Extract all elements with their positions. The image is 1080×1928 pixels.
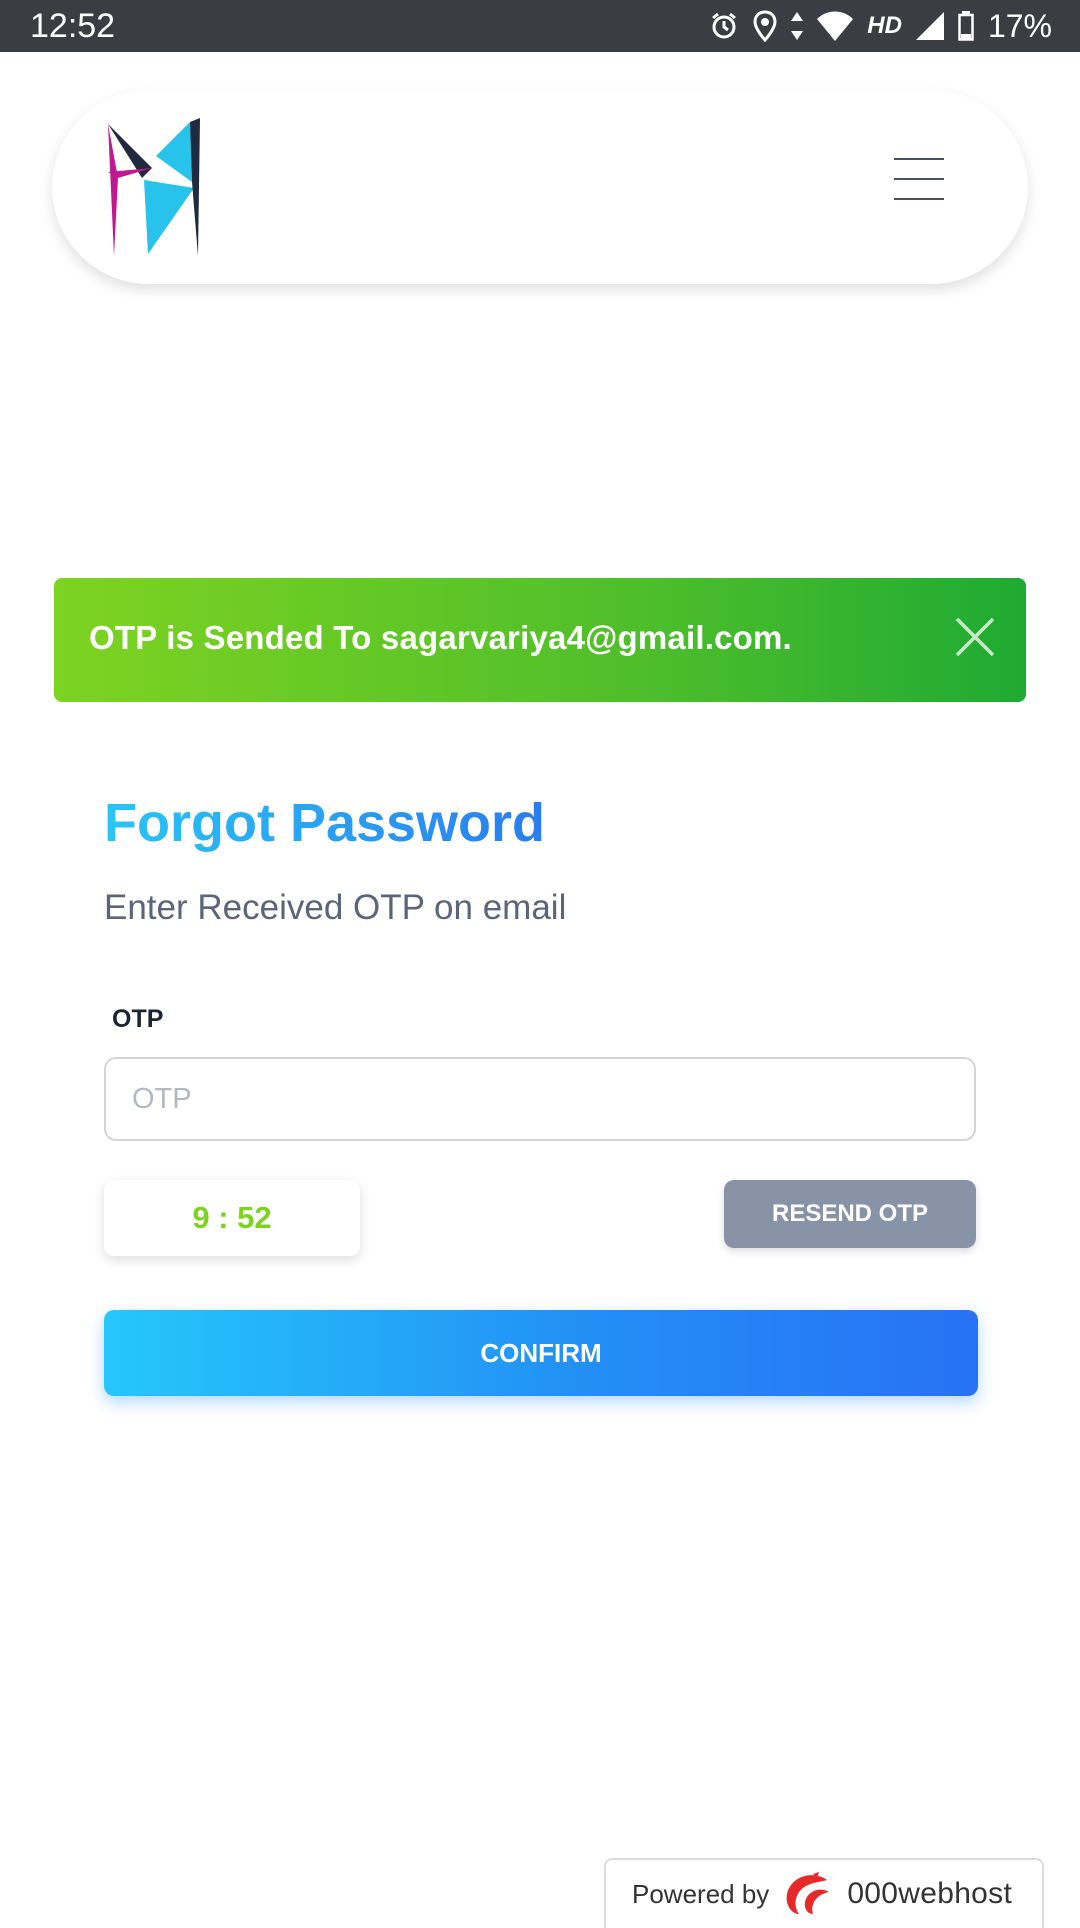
- otp-label: OTP: [112, 1005, 164, 1033]
- otp-sent-alert: OTP is Sended To sagarvariya4@gmail.com.: [54, 578, 1026, 702]
- data-arrows-icon: [791, 12, 804, 40]
- menu-line: [894, 158, 944, 160]
- page-subtitle: Enter Received OTP on email: [104, 888, 567, 927]
- location-icon: [753, 10, 777, 42]
- wifi-icon: [817, 11, 854, 41]
- menu-line: [894, 198, 944, 200]
- menu-line: [894, 178, 944, 180]
- otp-timer: 9 : 52: [104, 1180, 360, 1256]
- battery-percentage: 17%: [987, 7, 1052, 44]
- status-icons: HD 17%: [709, 6, 1052, 46]
- 000webhost-logo-icon: [786, 1872, 830, 1914]
- otp-input[interactable]: [104, 1057, 976, 1141]
- webhost-brand-label: 000webhost: [847, 1877, 1013, 1910]
- brand-logo[interactable]: [104, 116, 204, 256]
- resend-otp-button[interactable]: RESEND OTP: [724, 1180, 976, 1248]
- powered-by-badge[interactable]: Powered by 000webhost: [604, 1858, 1044, 1928]
- confirm-button[interactable]: CONFIRM: [104, 1310, 978, 1396]
- page-title: Forgot Password: [104, 790, 545, 856]
- status-time: 12:52: [30, 7, 116, 45]
- battery-icon: [958, 11, 974, 41]
- navbar: [52, 90, 1028, 284]
- powered-by-label: Powered by: [632, 1878, 770, 1909]
- alarm-icon: [712, 12, 737, 39]
- signal-icon: [915, 12, 944, 40]
- status-bar: 12:52 HD 17%: [0, 0, 1080, 52]
- hamburger-menu-icon[interactable]: [894, 158, 944, 200]
- alert-message: OTP is Sended To sagarvariya4@gmail.com.: [89, 619, 792, 656]
- network-type-label: HD: [867, 12, 902, 39]
- close-icon[interactable]: [954, 616, 996, 658]
